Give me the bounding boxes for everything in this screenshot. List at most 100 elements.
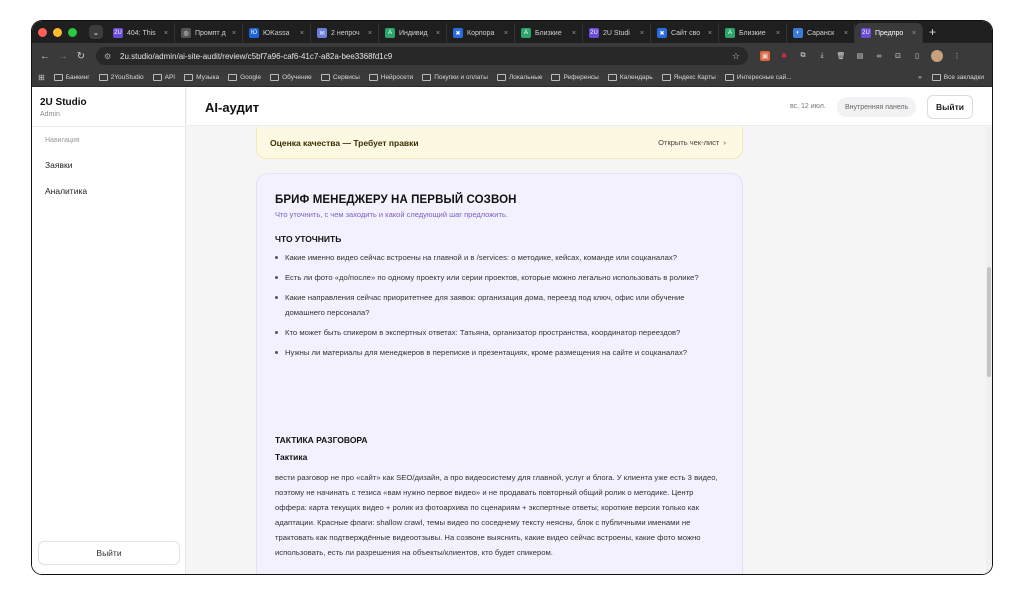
- browser-tab[interactable]: 2U 2U Studi ×: [583, 23, 651, 43]
- bookmark-label: Банкинг: [65, 74, 90, 81]
- sidebar-item-analytics[interactable]: Аналитика: [45, 186, 87, 196]
- tab-label: Промпт д: [195, 29, 226, 37]
- bookmark-item[interactable]: Локальные: [496, 74, 542, 81]
- cast-icon[interactable]: ⊡: [893, 51, 903, 61]
- scrollbar-thumb[interactable]: [987, 267, 991, 377]
- bookmark-item[interactable]: API: [152, 74, 176, 81]
- favicon-icon: A: [521, 28, 531, 38]
- zoom-window-button[interactable]: [68, 27, 77, 37]
- browser-tab[interactable]: 2U 404: This ×: [107, 23, 175, 43]
- reload-icon[interactable]: ↻: [72, 51, 90, 62]
- tab-close-icon[interactable]: ×: [776, 30, 780, 37]
- link-icon[interactable]: ∞: [874, 51, 884, 61]
- bookmark-item[interactable]: Покупки и оплаты: [422, 74, 488, 81]
- internal-panel-badge: Внутренняя панель: [837, 97, 917, 117]
- tab-label: Предпро: [875, 29, 904, 37]
- address-bar[interactable]: ⚙ 2u.studio/admin/ai-site-audit/review/c…: [96, 47, 748, 65]
- favicon-icon: 2U: [861, 28, 871, 38]
- bookmark-item[interactable]: 2YouStudio: [98, 74, 144, 81]
- sidepanel-icon[interactable]: ▯: [912, 51, 922, 61]
- bookmark-list: Банкинг 2YouStudio API Музыка Google Обучение…: [53, 74, 792, 81]
- new-tab-icon[interactable]: +: [929, 25, 936, 39]
- site-info-icon[interactable]: ⚙: [104, 52, 114, 61]
- tab-close-icon[interactable]: ×: [368, 30, 372, 37]
- download-icon[interactable]: ⤓: [817, 51, 827, 61]
- tab-label: Саранск: [807, 29, 835, 37]
- user-role: Admin: [40, 111, 60, 118]
- apps-grid-icon[interactable]: ⊞: [38, 73, 45, 82]
- profile-avatar[interactable]: [931, 50, 943, 62]
- bookmark-item[interactable]: Нейросети: [368, 74, 413, 81]
- bookmark-item[interactable]: Интересные сай...: [724, 74, 792, 81]
- sidebar: 2U Studio Admin Навигация Заявки Аналити…: [32, 88, 186, 574]
- favicon-icon: ✖: [453, 28, 463, 38]
- sidebar-item-requests[interactable]: Заявки: [45, 160, 72, 170]
- bookmarks-more-icon[interactable]: »: [918, 74, 922, 81]
- browser-tab[interactable]: ✖ Корпора ×: [447, 23, 515, 43]
- browser-tab[interactable]: A Близкие ×: [719, 23, 787, 43]
- tab-close-icon[interactable]: ×: [436, 30, 440, 37]
- tactics-heading: ТАКТИКА РАЗГОВОРА: [275, 435, 368, 445]
- close-window-button[interactable]: [38, 27, 47, 37]
- tab-close-icon[interactable]: ×: [572, 30, 576, 37]
- tab-search-icon[interactable]: ⌄: [89, 25, 103, 39]
- all-bookmarks[interactable]: Все закладки: [931, 74, 984, 81]
- tactics-subheading: Тактика: [275, 452, 308, 462]
- tab-close-icon[interactable]: ×: [232, 30, 236, 37]
- browser-tab[interactable]: 2U Предпро ×: [855, 23, 923, 43]
- tab-close-icon[interactable]: ×: [708, 30, 712, 37]
- open-checklist-link[interactable]: Открыть чек-лист ›: [658, 138, 726, 147]
- browser-tab[interactable]: A Близкие ×: [515, 23, 583, 43]
- browser-tab[interactable]: Ю ЮKassa ×: [243, 23, 311, 43]
- tab-close-icon[interactable]: ×: [844, 30, 848, 37]
- folder-icon: [931, 74, 941, 81]
- bookmark-item[interactable]: Обучение: [270, 74, 312, 81]
- list-item: Какие именно видео сейчас встроены на гл…: [275, 250, 715, 265]
- browser-toolbar: ← → ↻ ⚙ 2u.studio/admin/ai-site-audit/re…: [32, 43, 992, 69]
- reading-icon[interactable]: ▤: [855, 51, 865, 61]
- folder-icon: [422, 74, 432, 81]
- tab-close-icon[interactable]: ×: [504, 30, 508, 37]
- extensions-puzzle-icon[interactable]: ⧉: [798, 51, 808, 61]
- bookmark-item[interactable]: Музыка: [184, 74, 219, 81]
- minimize-window-button[interactable]: [53, 27, 62, 37]
- bookmark-item[interactable]: Банкинг: [53, 74, 90, 81]
- menu-dots-icon[interactable]: ⋮: [952, 51, 962, 61]
- browser-tab[interactable]: ◐ Саранск ×: [787, 23, 855, 43]
- bookmark-label: Обучение: [282, 74, 312, 81]
- extension-icon[interactable]: ▣: [760, 51, 770, 61]
- tab-close-icon[interactable]: ×: [912, 30, 916, 37]
- bookmark-label: 2YouStudio: [110, 74, 144, 81]
- tab-close-icon[interactable]: ×: [164, 30, 168, 37]
- clarify-list: Какие именно видео сейчас встроены на гл…: [275, 250, 715, 365]
- bookmark-item[interactable]: Сервисы: [320, 74, 360, 81]
- bookmark-label: API: [164, 74, 176, 81]
- bookmark-star-icon[interactable]: ☆: [732, 51, 740, 62]
- bookmark-item[interactable]: Референсы: [551, 74, 599, 81]
- chevron-right-icon: ›: [723, 138, 727, 147]
- forward-arrow-icon[interactable]: →: [54, 51, 72, 62]
- browser-tab[interactable]: ✉ 2 непроч ×: [311, 23, 379, 43]
- tab-close-icon[interactable]: ×: [640, 30, 644, 37]
- bookmark-item[interactable]: Календарь: [607, 74, 653, 81]
- browser-tab[interactable]: A Индивид ×: [379, 23, 447, 43]
- tab-label: 404: This: [127, 29, 156, 37]
- favicon-icon: ✖: [657, 28, 667, 38]
- trash-icon[interactable]: 🗑: [836, 51, 846, 61]
- bookmark-label: Покупки и оплаты: [434, 74, 488, 81]
- browser-tab[interactable]: ◎ Промпт д ×: [175, 23, 243, 43]
- folder-icon: [152, 74, 162, 81]
- page-scrollbar[interactable]: [986, 127, 992, 574]
- back-arrow-icon[interactable]: ←: [36, 51, 54, 62]
- folder-icon: [184, 74, 194, 81]
- brand-name: 2U Studio: [40, 97, 87, 108]
- bookmark-item[interactable]: Google: [228, 74, 261, 81]
- browser-tab[interactable]: ✖ Сайт сво ×: [651, 23, 719, 43]
- folder-icon: [368, 74, 378, 81]
- folder-icon: [228, 74, 238, 81]
- tab-close-icon[interactable]: ×: [300, 30, 304, 37]
- logout-button[interactable]: Выйти: [927, 95, 973, 119]
- sidebar-logout-button[interactable]: Выйти: [38, 541, 180, 565]
- bookmark-item[interactable]: Яндекс Карты: [661, 74, 716, 81]
- extension-icon[interactable]: ✱: [779, 51, 789, 61]
